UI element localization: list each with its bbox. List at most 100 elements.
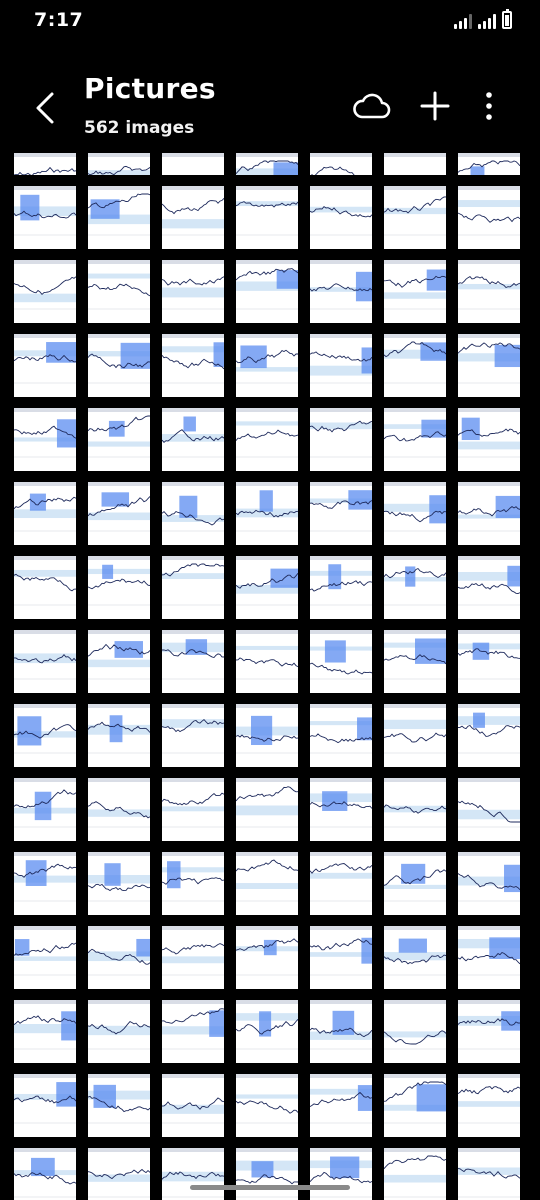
image-thumbnail[interactable] [88, 556, 150, 619]
image-thumbnail[interactable] [236, 852, 298, 915]
image-thumbnail[interactable] [14, 630, 76, 693]
image-thumbnail[interactable] [310, 186, 372, 249]
image-thumbnail[interactable] [88, 334, 150, 397]
image-thumbnail[interactable] [162, 556, 224, 619]
image-thumbnail[interactable] [162, 153, 224, 175]
image-thumbnail[interactable] [384, 186, 446, 249]
image-thumbnail[interactable] [14, 926, 76, 989]
image-thumbnail[interactable] [384, 153, 446, 175]
image-thumbnail[interactable] [458, 852, 520, 915]
image-thumbnail[interactable] [88, 482, 150, 545]
image-thumbnail[interactable] [310, 852, 372, 915]
image-thumbnail[interactable] [162, 1000, 224, 1063]
image-thumbnail[interactable] [88, 1000, 150, 1063]
image-thumbnail[interactable] [14, 1000, 76, 1063]
image-thumbnail[interactable] [310, 260, 372, 323]
image-thumbnail[interactable] [458, 186, 520, 249]
image-thumbnail[interactable] [458, 1000, 520, 1063]
image-thumbnail[interactable] [310, 1148, 372, 1200]
image-thumbnail[interactable] [14, 186, 76, 249]
image-thumbnail[interactable] [236, 778, 298, 841]
image-thumbnail[interactable] [458, 408, 520, 471]
image-thumbnail[interactable] [236, 186, 298, 249]
more-options-button[interactable] [474, 86, 504, 126]
image-thumbnail[interactable] [14, 556, 76, 619]
image-thumbnail[interactable] [236, 630, 298, 693]
image-thumbnail[interactable] [88, 926, 150, 989]
image-thumbnail[interactable] [384, 630, 446, 693]
image-thumbnail[interactable] [162, 630, 224, 693]
image-thumbnail[interactable] [458, 482, 520, 545]
image-thumbnail[interactable] [162, 926, 224, 989]
image-thumbnail[interactable] [384, 852, 446, 915]
image-thumbnail[interactable] [236, 704, 298, 767]
image-thumbnail[interactable] [14, 704, 76, 767]
image-thumbnail[interactable] [384, 260, 446, 323]
image-thumbnail[interactable] [310, 704, 372, 767]
image-thumbnail[interactable] [384, 778, 446, 841]
image-thumbnail[interactable] [88, 1148, 150, 1200]
image-thumbnail[interactable] [310, 556, 372, 619]
image-thumbnail[interactable] [14, 153, 76, 175]
image-thumbnail[interactable] [162, 186, 224, 249]
image-thumbnail[interactable] [458, 153, 520, 175]
image-thumbnail[interactable] [236, 556, 298, 619]
image-thumbnail[interactable] [162, 334, 224, 397]
image-thumbnail[interactable] [162, 1074, 224, 1137]
image-thumbnail[interactable] [310, 153, 372, 175]
image-thumbnail[interactable] [88, 704, 150, 767]
image-thumbnail[interactable] [88, 186, 150, 249]
image-thumbnail[interactable] [384, 482, 446, 545]
image-thumbnail[interactable] [88, 408, 150, 471]
image-thumbnail[interactable] [310, 778, 372, 841]
back-button[interactable] [30, 88, 64, 128]
image-thumbnail[interactable] [88, 260, 150, 323]
image-thumbnail[interactable] [162, 704, 224, 767]
image-thumbnail[interactable] [384, 704, 446, 767]
image-thumbnail[interactable] [384, 408, 446, 471]
add-button[interactable] [415, 86, 455, 126]
image-thumbnail[interactable] [310, 1074, 372, 1137]
image-thumbnail[interactable] [458, 334, 520, 397]
image-thumbnail[interactable] [236, 482, 298, 545]
image-thumbnail[interactable] [384, 926, 446, 989]
image-thumbnail[interactable] [236, 926, 298, 989]
image-thumbnail[interactable] [14, 260, 76, 323]
image-thumbnail[interactable] [162, 408, 224, 471]
image-thumbnail[interactable] [384, 1148, 446, 1200]
image-thumbnail[interactable] [458, 1148, 520, 1200]
image-thumbnail[interactable] [384, 1074, 446, 1137]
image-thumbnail[interactable] [458, 926, 520, 989]
image-thumbnail[interactable] [236, 334, 298, 397]
image-thumbnail[interactable] [14, 408, 76, 471]
image-thumbnail[interactable] [236, 153, 298, 175]
image-thumbnail[interactable] [14, 1074, 76, 1137]
image-thumbnail[interactable] [310, 1000, 372, 1063]
image-thumbnail[interactable] [88, 1074, 150, 1137]
image-thumbnail[interactable] [88, 630, 150, 693]
image-thumbnail[interactable] [14, 482, 76, 545]
image-thumbnail[interactable] [310, 482, 372, 545]
image-thumbnail[interactable] [236, 1000, 298, 1063]
image-thumbnail[interactable] [236, 1148, 298, 1200]
cloud-sync-button[interactable] [352, 86, 392, 126]
image-thumbnail[interactable] [458, 630, 520, 693]
image-thumbnail[interactable] [310, 630, 372, 693]
image-thumbnail[interactable] [88, 852, 150, 915]
gesture-nav-handle[interactable] [190, 1185, 350, 1190]
image-thumbnail[interactable] [310, 408, 372, 471]
image-thumbnail[interactable] [14, 778, 76, 841]
image-thumbnail[interactable] [384, 556, 446, 619]
image-thumbnail[interactable] [14, 1148, 76, 1200]
image-thumbnail[interactable] [162, 260, 224, 323]
image-thumbnail[interactable] [14, 852, 76, 915]
image-thumbnail[interactable] [310, 926, 372, 989]
image-thumbnail[interactable] [162, 778, 224, 841]
image-thumbnail[interactable] [162, 852, 224, 915]
image-thumbnail[interactable] [458, 704, 520, 767]
image-thumbnail[interactable] [162, 1148, 224, 1200]
image-thumbnail[interactable] [236, 1074, 298, 1137]
image-thumbnail[interactable] [458, 778, 520, 841]
image-thumbnail[interactable] [88, 778, 150, 841]
image-thumbnail[interactable] [310, 334, 372, 397]
